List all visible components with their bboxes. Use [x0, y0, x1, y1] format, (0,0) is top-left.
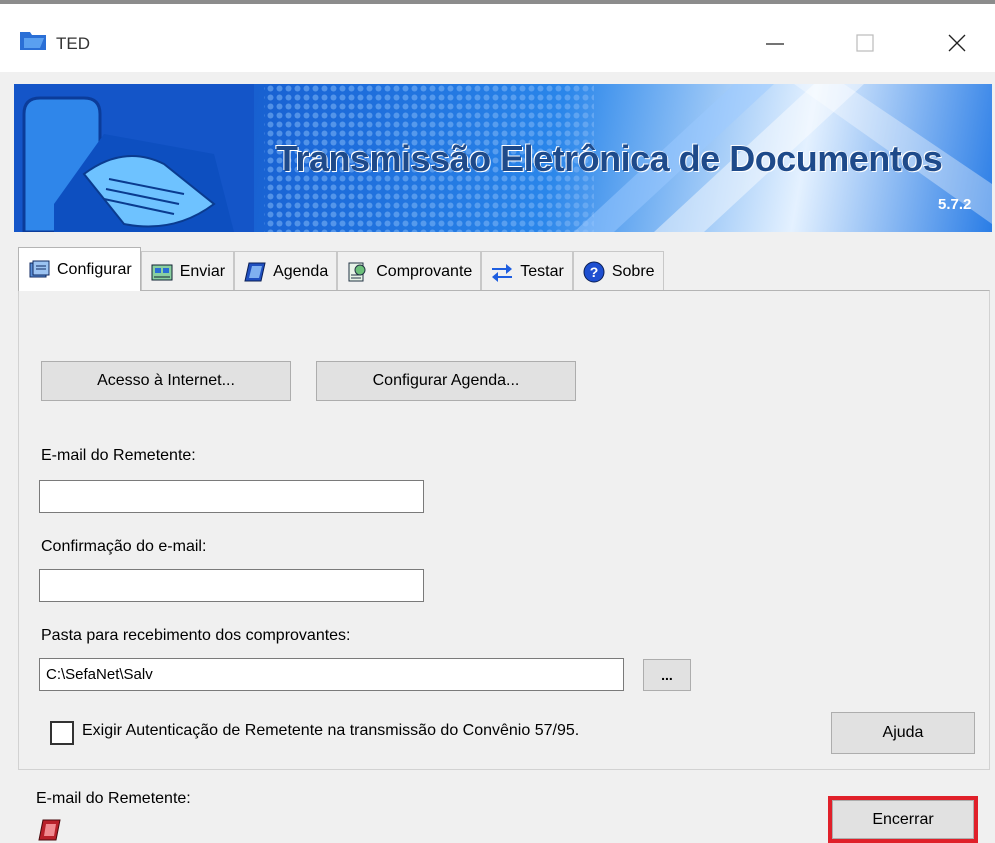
tab-label: Enviar — [179, 262, 226, 280]
test-icon — [492, 263, 513, 282]
maximize-button[interactable] — [850, 28, 880, 58]
browse-folder-button[interactable]: ... — [643, 659, 691, 691]
tab-label: Sobre — [611, 262, 655, 280]
email-confirmation-label: Confirmação do e-mail: — [41, 538, 207, 555]
tab-sobre[interactable]: ? Sobre — [572, 251, 664, 291]
help-icon: ? — [583, 261, 605, 282]
close-window-button[interactable] — [942, 28, 972, 58]
agenda-icon — [244, 262, 266, 281]
tab-testar[interactable]: Testar — [481, 251, 573, 291]
tab-label: Configurar — [57, 260, 132, 278]
internet-access-button[interactable]: Acesso à Internet... — [41, 361, 291, 401]
configure-agenda-button[interactable]: Configurar Agenda... — [316, 361, 576, 401]
tab-comprovante[interactable]: Comprovante — [337, 251, 482, 291]
tab-label: Testar — [520, 262, 564, 280]
minimize-icon — [766, 43, 784, 45]
close-icon — [948, 34, 966, 52]
sender-auth-checkbox[interactable] — [50, 721, 74, 745]
tab-label: Agenda — [273, 262, 329, 280]
window-title: TED — [56, 34, 90, 53]
help-button[interactable]: Ajuda — [831, 712, 975, 754]
app-banner: Transmissão Eletrônica de Documentos 5.7… — [14, 84, 992, 232]
status-book-icon — [38, 819, 61, 841]
maximize-icon — [856, 34, 874, 52]
banner-version: 5.7.2 — [938, 196, 972, 213]
status-sender-label: E-mail do Remetente: — [36, 790, 191, 807]
svg-text:?: ? — [590, 264, 599, 280]
receipt-icon — [348, 262, 366, 281]
app-icon — [20, 32, 46, 50]
sender-auth-label: Exigir Autenticação de Remetente na tran… — [82, 722, 580, 739]
tab-bar: Configurar Enviar Agenda Comprovante Tes… — [18, 247, 664, 291]
tab-enviar[interactable]: Enviar — [140, 251, 235, 291]
receipt-folder-input[interactable] — [39, 658, 624, 691]
sender-email-input[interactable] — [39, 480, 424, 513]
tab-configurar[interactable]: Configurar — [18, 247, 141, 291]
sender-email-label: E-mail do Remetente: — [41, 447, 196, 464]
tab-agenda[interactable]: Agenda — [234, 251, 338, 291]
receipt-folder-label: Pasta para recebimento dos comprovantes: — [41, 627, 351, 644]
minimize-button[interactable] — [760, 28, 790, 58]
email-confirmation-input[interactable] — [39, 569, 424, 602]
send-icon — [151, 264, 173, 280]
tab-label: Comprovante — [376, 262, 473, 280]
title-bar: TED — [0, 4, 995, 72]
banner-title: Transmissão Eletrônica de Documentos — [276, 138, 943, 179]
configure-icon — [29, 260, 50, 277]
encerrar-button[interactable]: Encerrar — [832, 800, 974, 839]
